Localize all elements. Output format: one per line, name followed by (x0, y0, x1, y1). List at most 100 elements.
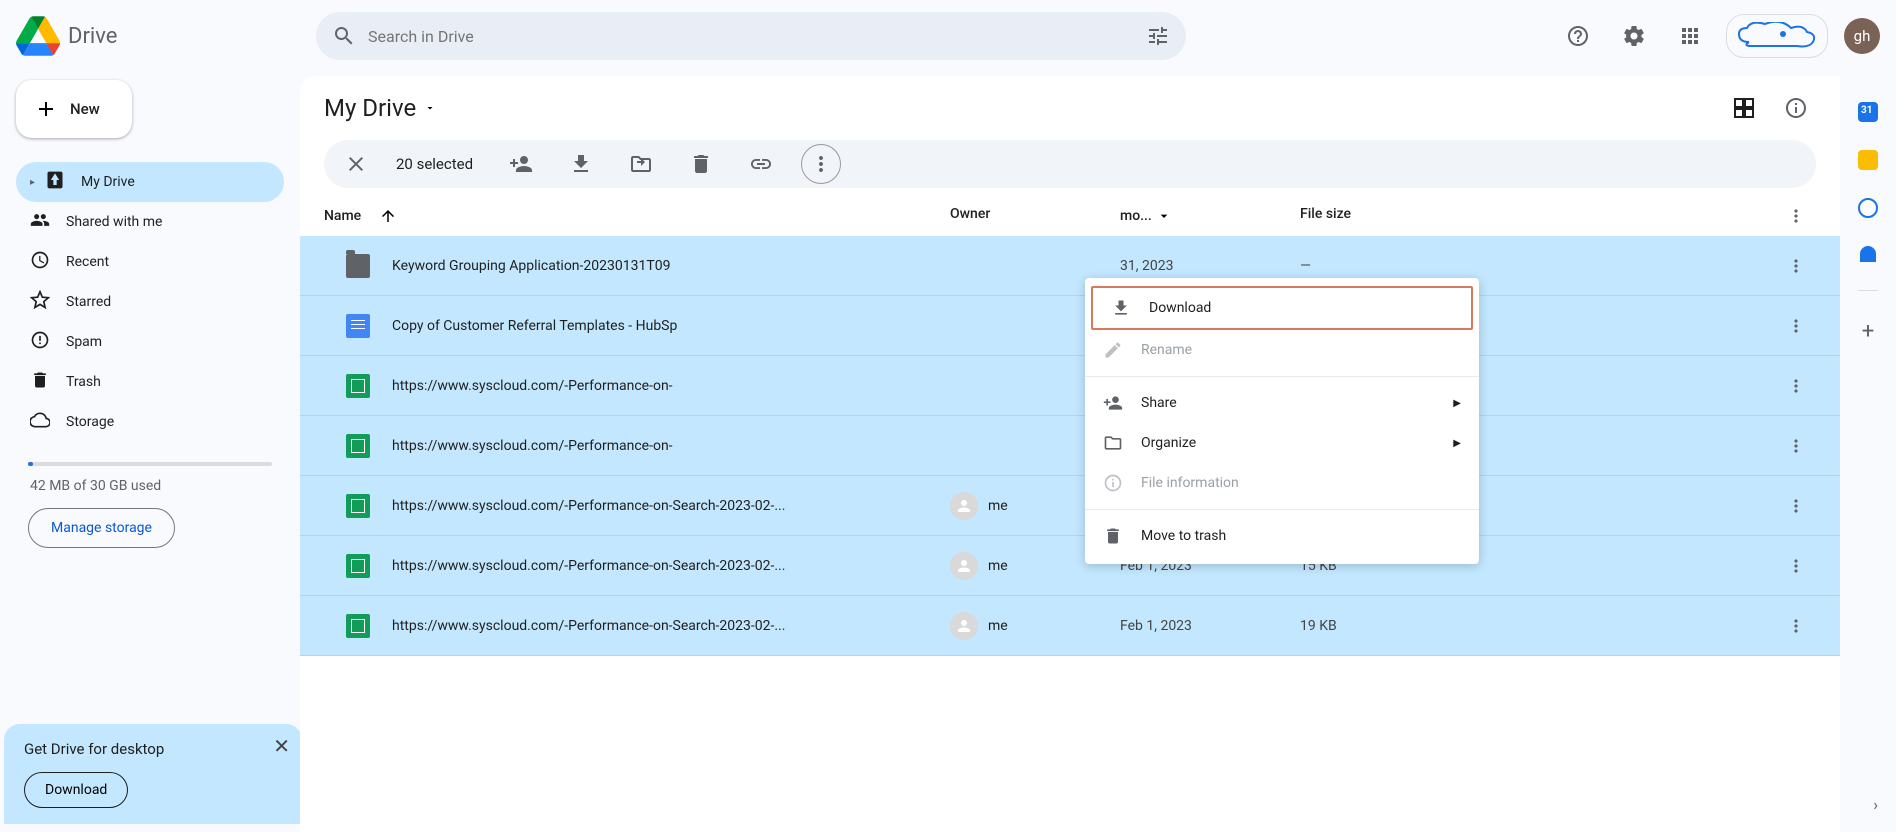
sidebar-item-my-drive[interactable]: ▸My Drive (16, 162, 284, 202)
sidebar-item-starred[interactable]: Starred (16, 282, 284, 322)
contacts-app-icon[interactable] (1860, 246, 1876, 262)
row-more-button[interactable] (1776, 316, 1816, 336)
syscloud-badge[interactable] (1726, 14, 1828, 58)
submenu-arrow-icon: ▶ (1453, 438, 1461, 449)
sheets-icon (346, 614, 370, 638)
promo-close-icon[interactable]: ✕ (273, 734, 290, 758)
menu-download[interactable]: Download (1093, 288, 1471, 328)
expand-sidepanel-button[interactable]: › (1873, 795, 1878, 814)
table-row[interactable]: https://www.syscloud.com/-Performance-on… (300, 476, 1840, 536)
download-button[interactable] (561, 144, 601, 184)
close-icon (344, 152, 368, 176)
sidebar-item-spam[interactable]: Spam (16, 322, 284, 362)
col-owner[interactable]: Owner (950, 206, 1120, 226)
menu-organize[interactable]: Organize▶ (1085, 423, 1479, 463)
search-icon (332, 24, 356, 48)
link-button[interactable] (741, 144, 781, 184)
sheets-icon (346, 374, 370, 398)
tasks-app-icon[interactable] (1858, 198, 1878, 218)
context-menu: Download Rename Share▶ Organize▶ File in… (1085, 278, 1479, 564)
sort-arrow-icon[interactable] (379, 207, 397, 225)
table-row[interactable]: https://www.syscloud.com/-Performance-on… (300, 536, 1840, 596)
file-name: https://www.syscloud.com/-Performance-on… (392, 438, 950, 454)
storage-text: 42 MB of 30 GB used (16, 478, 284, 494)
table-row[interactable]: https://www.syscloud.com/-Performance-on… (300, 416, 1840, 476)
people-icon (30, 210, 50, 234)
file-name: Keyword Grouping Application-20230131T09 (392, 258, 950, 274)
file-modified: Feb 1, 2023 (1120, 618, 1300, 634)
folder-icon (346, 254, 370, 278)
sidebar-item-trash[interactable]: Trash (16, 362, 284, 402)
search-bar[interactable] (316, 12, 1186, 60)
move-button[interactable] (621, 144, 661, 184)
person-add-icon (1103, 393, 1123, 413)
calendar-app-icon[interactable] (1858, 102, 1878, 122)
menu-file-info: File information (1085, 463, 1479, 503)
download-icon (569, 152, 593, 176)
sidebar-item-label: My Drive (81, 174, 135, 190)
link-icon (749, 152, 773, 176)
row-more-button[interactable] (1776, 496, 1816, 516)
owner-avatar-icon (950, 492, 978, 520)
sidebar: New ▸My DriveShared with meRecentStarred… (0, 72, 300, 832)
row-more-button[interactable] (1776, 556, 1816, 576)
layout-toggle-button[interactable] (1724, 88, 1764, 128)
table-row[interactable]: https://www.syscloud.com/-Performance-on… (300, 356, 1840, 416)
apps-button[interactable] (1670, 16, 1710, 56)
manage-storage-button[interactable]: Manage storage (28, 508, 175, 548)
clear-selection-button[interactable] (336, 144, 376, 184)
row-more-button[interactable] (1776, 616, 1816, 636)
file-size: — (1300, 258, 1438, 274)
owner-avatar-icon (950, 552, 978, 580)
side-panel: + › (1840, 72, 1896, 832)
more-vert-icon (1786, 376, 1806, 396)
promo-download-button[interactable]: Download (24, 772, 128, 808)
location-dropdown[interactable]: My Drive (324, 94, 436, 122)
add-app-button[interactable]: + (1862, 319, 1874, 344)
menu-share[interactable]: Share▶ (1085, 383, 1479, 423)
keep-app-icon[interactable] (1858, 150, 1878, 170)
col-modified[interactable]: mo... (1120, 208, 1152, 224)
table-row[interactable]: Keyword Grouping Application-20230131T09… (300, 236, 1840, 296)
table-row[interactable]: Copy of Customer Referral Templates - Hu… (300, 296, 1840, 356)
star-icon (30, 290, 50, 314)
more-vert-icon[interactable] (1786, 206, 1806, 226)
new-button[interactable]: New (16, 80, 132, 138)
sidebar-item-recent[interactable]: Recent (16, 242, 284, 282)
logo-area[interactable]: Drive (16, 16, 316, 56)
view-details-button[interactable] (1776, 88, 1816, 128)
desktop-promo: ✕ Get Drive for desktop Download (4, 724, 302, 824)
settings-button[interactable] (1614, 16, 1654, 56)
sidebar-item-storage[interactable]: Storage (16, 402, 284, 442)
dropdown-icon[interactable] (1156, 208, 1172, 224)
more-vert-icon (1786, 316, 1806, 336)
menu-move-trash[interactable]: Move to trash (1085, 516, 1479, 556)
more-vert-icon (1786, 616, 1806, 636)
row-more-button[interactable] (1776, 376, 1816, 396)
more-actions-button[interactable] (801, 144, 841, 184)
col-size[interactable]: File size (1300, 206, 1438, 226)
sidebar-item-label: Spam (66, 334, 102, 350)
more-vert-icon (1786, 556, 1806, 576)
cloud-icon (30, 410, 50, 434)
new-button-label: New (70, 100, 100, 118)
share-button[interactable] (501, 144, 541, 184)
row-more-button[interactable] (1776, 436, 1816, 456)
search-options-icon[interactable] (1146, 24, 1170, 48)
sidebar-item-shared-with-me[interactable]: Shared with me (16, 202, 284, 242)
app-header: Drive gh (0, 0, 1896, 72)
table-header: Name Owner mo... File size (300, 192, 1840, 236)
account-avatar[interactable]: gh (1844, 18, 1880, 54)
row-more-button[interactable] (1776, 256, 1816, 276)
selection-bar: 20 selected (324, 140, 1816, 188)
file-name: https://www.syscloud.com/-Performance-on… (392, 498, 950, 514)
trash-icon (689, 152, 713, 176)
table-row[interactable]: https://www.syscloud.com/-Performance-on… (300, 596, 1840, 656)
help-button[interactable] (1558, 16, 1598, 56)
file-name: https://www.syscloud.com/-Performance-on… (392, 618, 950, 634)
search-input[interactable] (368, 27, 1134, 46)
download-icon (1111, 298, 1131, 318)
drive-logo-icon (16, 16, 60, 56)
delete-button[interactable] (681, 144, 721, 184)
col-name[interactable]: Name (324, 208, 361, 224)
